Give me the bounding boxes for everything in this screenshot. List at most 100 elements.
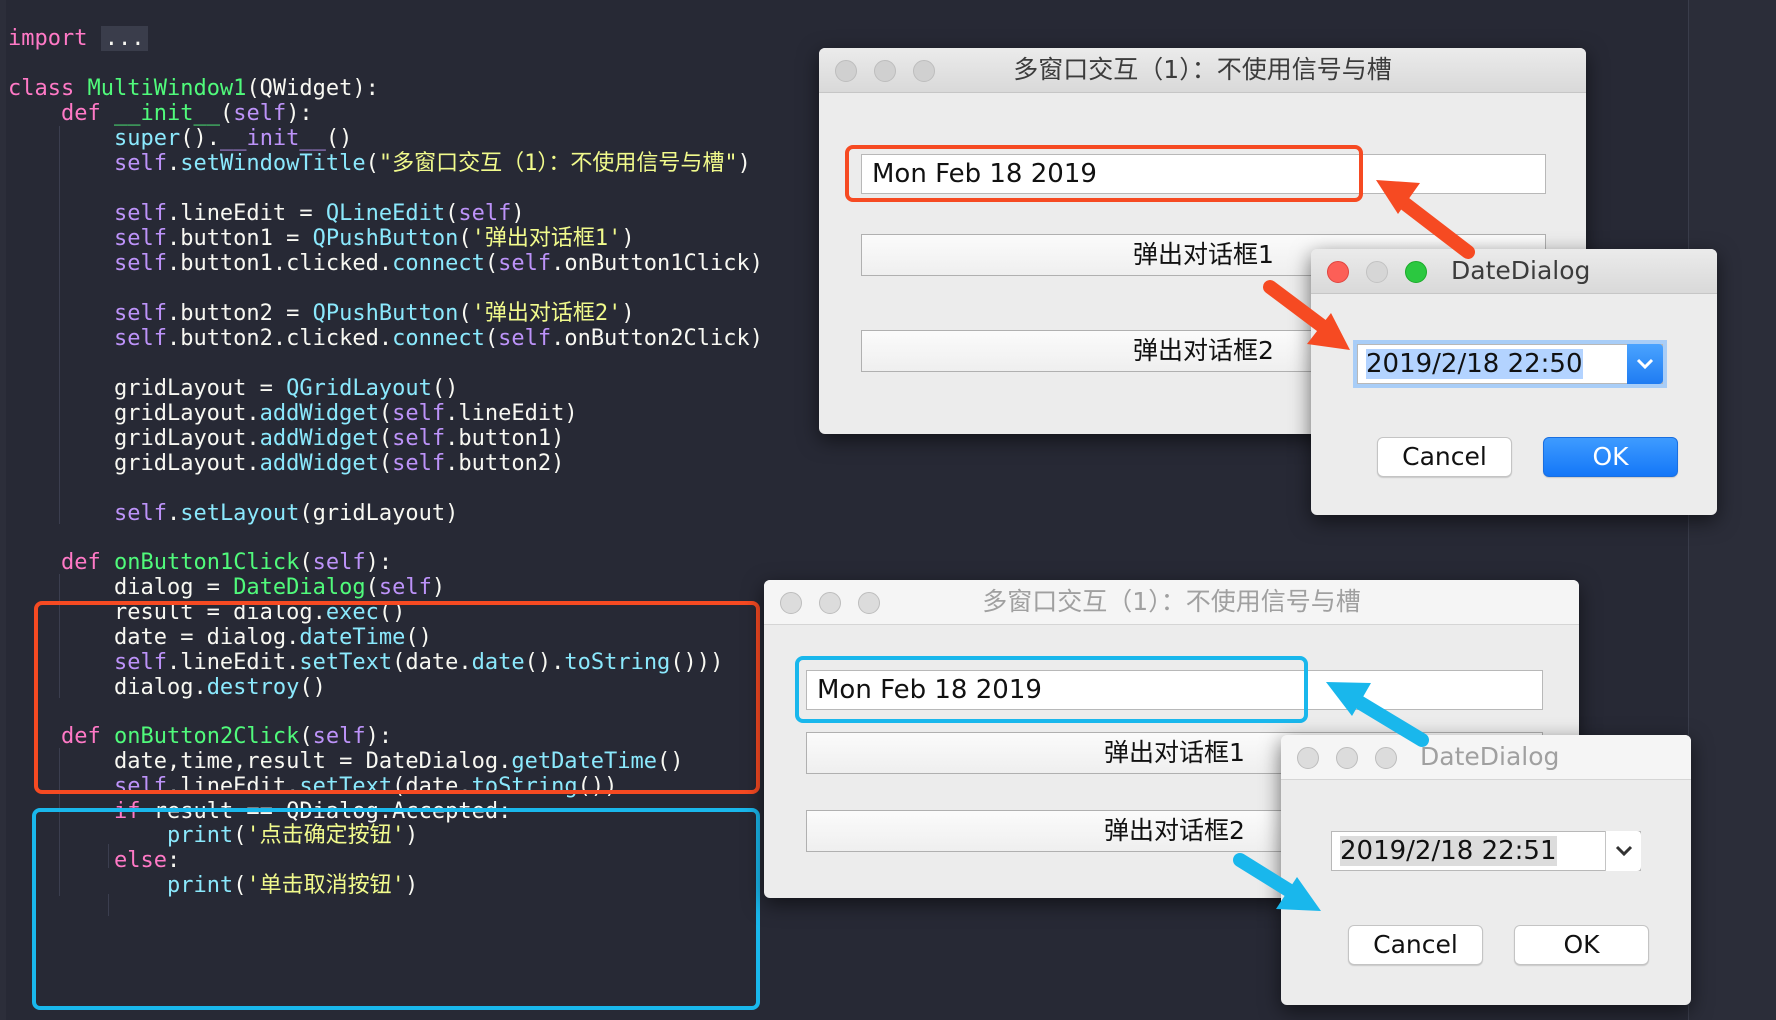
code-token: gridLayout.: [113, 426, 260, 451]
code-line-dialog-create: dialog = DateDialog(self): [113, 575, 446, 600]
function-name: addWidget: [259, 451, 379, 476]
method-name: onButton1Click: [113, 550, 300, 575]
string-literal: '弹出对话框1': [471, 226, 622, 251]
window-title: 多窗口交互（1）：不使用信号与槽: [1013, 55, 1392, 84]
code-highlight-button2-click: [32, 808, 760, 1010]
code-line-button2-connect: self.button2.clicked.connect(self.onButt…: [113, 326, 763, 351]
datetime-value-wrap: 2019/2/18 22:50: [1366, 345, 1583, 383]
self-keyword: self: [392, 451, 446, 476]
class-call: DateDialog: [233, 575, 366, 600]
code-line-button1: self.button1 = QPushButton('弹出对话框1'): [113, 226, 635, 251]
function-name: setWindowTitle: [180, 151, 366, 176]
code-token: gridLayout.: [113, 451, 260, 476]
keyword-class: class: [8, 76, 75, 101]
minimize-window-icon[interactable]: [1336, 747, 1358, 769]
code-token: (): [431, 376, 459, 401]
self-keyword: self: [498, 326, 552, 351]
button-label: 弹出对话框1: [1104, 738, 1245, 767]
title-bar[interactable]: DateDialog: [1311, 249, 1717, 294]
title-bar[interactable]: 多窗口交互（1）：不使用信号与槽: [819, 48, 1586, 93]
datetime-edit[interactable]: 2019/2/18 22:51: [1331, 831, 1641, 871]
function-name: connect: [392, 326, 485, 351]
self-keyword: self: [113, 251, 167, 276]
code-line-def-init: def __init__(self):: [60, 101, 313, 126]
function-name: addWidget: [259, 426, 379, 451]
code-highlight-button1-click: [34, 601, 760, 794]
line-edit-highlight-blue: [795, 656, 1308, 723]
chevron-down-icon: [1615, 845, 1633, 857]
code-token: .button2.clicked.: [166, 326, 393, 351]
keyword-import: import: [8, 26, 88, 51]
date-dialog-bottom: DateDialog 2019/2/18 22:51 Cancel OK: [1281, 735, 1691, 1005]
window-title: 多窗口交互（1）：不使用信号与槽: [982, 587, 1361, 616]
code-line-super: super().__init__(): [8, 125, 352, 153]
class-call: QPushButton: [312, 301, 459, 326]
zoom-window-icon[interactable]: [1375, 747, 1397, 769]
self-keyword: self: [113, 201, 167, 226]
code-line-def-button1: def onButton1Click(self):: [60, 550, 393, 575]
dropdown-arrow-button[interactable]: [1605, 831, 1641, 871]
class-name: MultiWindow1: [87, 76, 247, 101]
code-line-grid-add3: gridLayout.addWidget(self.button2): [113, 451, 565, 476]
zoom-window-icon[interactable]: [1405, 261, 1427, 283]
cancel-button[interactable]: Cancel: [1348, 925, 1483, 965]
minimize-window-icon[interactable]: [1366, 261, 1388, 283]
title-bar[interactable]: DateDialog: [1281, 735, 1691, 780]
ok-button[interactable]: OK: [1543, 437, 1678, 477]
code-line-grid-add1: gridLayout.addWidget(self.lineEdit): [113, 401, 578, 426]
code-line-set-layout: self.setLayout(gridLayout): [113, 501, 459, 526]
code-token: .button2 =: [166, 301, 313, 326]
close-window-icon[interactable]: [1297, 747, 1319, 769]
keyword-def: def: [60, 101, 101, 126]
button-label: 弹出对话框1: [1133, 240, 1274, 269]
ok-button[interactable]: OK: [1514, 925, 1649, 965]
self-keyword: self: [392, 401, 446, 426]
keyword-def: def: [60, 550, 101, 575]
class-call: QLineEdit: [325, 201, 446, 226]
button-label: OK: [1563, 930, 1600, 959]
self-keyword: self: [458, 201, 512, 226]
button-label: 弹出对话框2: [1133, 336, 1274, 365]
folded-imports[interactable]: ...: [100, 26, 149, 51]
datetime-value: 2019/2/18 22:50: [1366, 349, 1583, 379]
class-call: QGridLayout: [286, 376, 432, 401]
code-token: .onButton1Click): [551, 251, 763, 276]
code-token: (): [325, 126, 353, 151]
cancel-button[interactable]: Cancel: [1377, 437, 1512, 477]
code-token: gridLayout.: [113, 401, 260, 426]
code-token: .lineEdit =: [166, 201, 326, 226]
function-name: connect: [392, 251, 485, 276]
code-line-button2: self.button2 = QPushButton('弹出对话框2'): [113, 301, 635, 326]
class-call: QPushButton: [312, 226, 459, 251]
editor-gutter: [0, 0, 6, 1020]
code-line-class: class MultiWindow1(QWidget):: [8, 75, 379, 103]
code-line-lineedit: self.lineEdit = QLineEdit(self): [113, 201, 525, 226]
self-keyword: self: [113, 151, 167, 176]
code-token: .button1.clicked.: [166, 251, 393, 276]
date-dialog-top: DateDialog 2019/2/18 22:50 Cancel OK: [1311, 249, 1717, 515]
code-token: .button2): [445, 451, 565, 476]
init-call: __init__: [219, 126, 326, 151]
super-call: super: [113, 126, 181, 151]
line-edit-highlight-orange: [845, 145, 1363, 202]
button-label: Cancel: [1402, 442, 1487, 471]
code-token: .button1 =: [166, 226, 313, 251]
window-title: DateDialog: [1451, 256, 1591, 285]
self-keyword: self: [498, 251, 552, 276]
datetime-edit[interactable]: 2019/2/18 22:50: [1357, 344, 1663, 384]
code-token: gridLayout =: [113, 376, 287, 401]
close-window-icon[interactable]: [1327, 261, 1349, 283]
code-token: .onButton2Click): [551, 326, 763, 351]
code-token: .lineEdit): [445, 401, 578, 426]
code-token: .button1): [445, 426, 565, 451]
datetime-value: 2019/2/18 22:51: [1340, 836, 1557, 866]
datetime-value-wrap: 2019/2/18 22:51: [1340, 832, 1557, 870]
title-bar[interactable]: 多窗口交互（1）：不使用信号与槽: [764, 580, 1579, 625]
chevron-down-icon: [1636, 358, 1654, 370]
self-keyword: self: [113, 301, 167, 326]
dropdown-arrow-button[interactable]: [1627, 344, 1663, 384]
code-line-grid-add2: gridLayout.addWidget(self.button1): [113, 426, 565, 451]
class-base: (QWidget):: [246, 76, 379, 101]
self-keyword: self: [113, 226, 167, 251]
method-name: __init__: [113, 101, 220, 126]
